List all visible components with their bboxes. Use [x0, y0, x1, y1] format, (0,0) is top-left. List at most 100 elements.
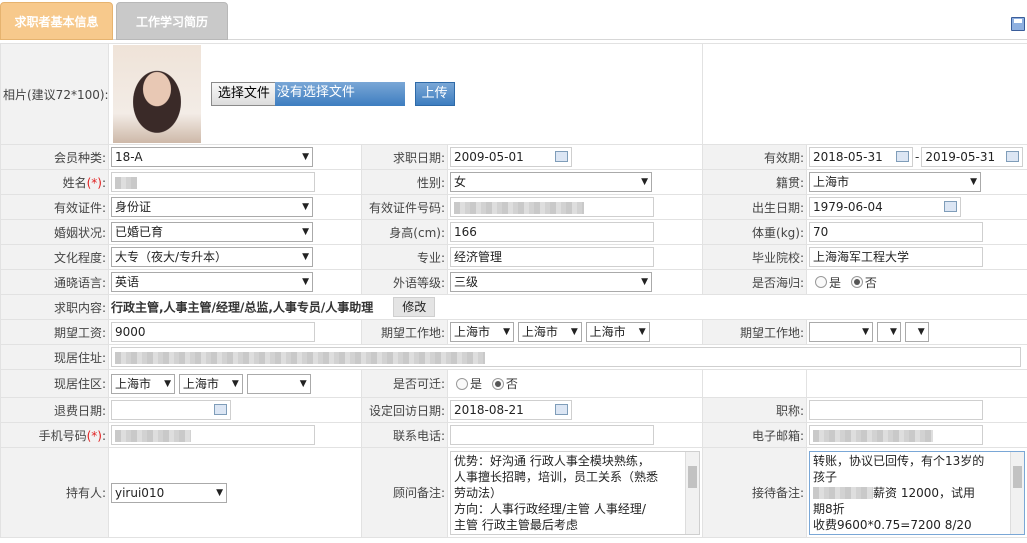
- consultant-note-line: 劳动法）: [454, 485, 503, 500]
- work-place-city-select[interactable]: 上海市: [517, 322, 582, 342]
- choose-file-button[interactable]: 选择文件: [210, 82, 277, 106]
- calendar-icon[interactable]: [1006, 151, 1020, 162]
- work-place-2-province-select[interactable]: [809, 322, 874, 342]
- calendar-icon[interactable]: [555, 404, 568, 415]
- valid-from-input[interactable]: 2018-05-31: [809, 147, 914, 167]
- calendar-icon[interactable]: [896, 151, 910, 162]
- required-mark: (*): [86, 175, 102, 190]
- mobile-input[interactable]: [111, 425, 315, 445]
- work-place-2-label: 期望工作地:: [702, 319, 808, 345]
- job-title-label: 职称:: [702, 397, 808, 423]
- education-label: 文化程度:: [0, 244, 109, 270]
- gender-select[interactable]: 女: [450, 172, 652, 192]
- consultant-note-line: 人事擅长招聘，培训，员工关系（熟悉: [454, 469, 659, 484]
- relocate-no-radio[interactable]: [491, 377, 504, 390]
- returnee-yes-label: 是: [829, 275, 842, 290]
- address-input[interactable]: [111, 347, 1021, 367]
- marital-select[interactable]: 已婚已育: [111, 222, 313, 242]
- district-area-select[interactable]: [246, 373, 311, 394]
- returnee-no-label: 否: [864, 275, 877, 290]
- id-type-select[interactable]: 身份证: [111, 197, 313, 217]
- valid-dash: -: [915, 149, 920, 164]
- education-select[interactable]: 大专（夜大/专升本）: [111, 247, 313, 267]
- id-number-input[interactable]: [450, 197, 654, 217]
- modify-button[interactable]: 修改: [393, 297, 436, 317]
- id-type-label: 有效证件:: [0, 194, 109, 220]
- redacted-address: [115, 351, 485, 364]
- photo-label: 相片(建议72*100):: [0, 43, 109, 145]
- holder-select[interactable]: yirui010: [111, 482, 227, 503]
- file-name-display: 没有选择文件: [274, 82, 405, 106]
- school-input[interactable]: 上海海军工程大学: [809, 247, 984, 267]
- consultant-note-line: 方向：人事行政经理/主管 人事经理/: [454, 501, 646, 516]
- major-label: 专业:: [361, 244, 448, 270]
- consultant-note-scrollbar[interactable]: [685, 451, 699, 534]
- returnee-label: 是否海归:: [702, 269, 808, 295]
- calendar-icon[interactable]: [214, 404, 227, 415]
- work-place-2-district-select[interactable]: [904, 322, 929, 342]
- calendar-icon[interactable]: [944, 201, 958, 212]
- redacted-id: [454, 201, 584, 214]
- email-input[interactable]: [809, 425, 984, 445]
- salary-label: 期望工资:: [0, 319, 109, 345]
- salary-input[interactable]: 9000: [111, 322, 315, 342]
- gender-label: 性别:: [361, 169, 448, 195]
- foreign-level-select[interactable]: 三级: [450, 272, 652, 292]
- tab-work-history[interactable]: 工作学习简历: [116, 2, 228, 40]
- work-place-label: 期望工作地:: [361, 319, 448, 345]
- job-title-input[interactable]: [809, 400, 984, 420]
- visit-date-label: 设定回访日期:: [361, 397, 448, 423]
- required-mark: (*): [86, 428, 102, 443]
- reception-note-label: 接待备注:: [702, 447, 808, 538]
- major-input[interactable]: 经济管理: [450, 247, 654, 267]
- calendar-icon[interactable]: [555, 151, 568, 162]
- district-province-select[interactable]: 上海市: [111, 373, 175, 394]
- email-label: 电子邮箱:: [702, 422, 808, 448]
- native-place-label: 籍贯:: [702, 169, 808, 195]
- language-select[interactable]: 英语: [111, 272, 313, 292]
- applicant-form: 相片(建议72*100): 选择文件没有选择文件 上传 会员种类: 18-A 求…: [0, 43, 1027, 538]
- upload-button[interactable]: 上传: [414, 82, 455, 106]
- native-place-select[interactable]: 上海市: [809, 172, 982, 192]
- district-label: 现居住区:: [0, 369, 109, 398]
- id-number-label: 有效证件号码:: [361, 194, 448, 220]
- holder-label: 持有人:: [0, 447, 109, 538]
- refund-date-input[interactable]: [111, 400, 231, 420]
- birth-date-label: 出生日期:: [702, 194, 808, 220]
- language-label: 通晓语言:: [0, 269, 109, 295]
- phone-input[interactable]: [450, 425, 654, 445]
- tab-basic-info[interactable]: 求职者基本信息: [0, 2, 113, 40]
- relocate-label: 是否可迁:: [361, 369, 448, 398]
- consultant-note-textarea[interactable]: 优势：好沟通 行政人事全模块熟练， 人事擅长招聘，培训，员工关系（熟悉 劳动法）…: [450, 450, 700, 535]
- member-type-label: 会员种类:: [0, 144, 109, 170]
- height-input[interactable]: 166: [450, 222, 654, 242]
- returnee-yes-radio[interactable]: [815, 276, 828, 288]
- name-input[interactable]: [111, 172, 315, 192]
- valid-to-input[interactable]: 2019-05-31: [921, 147, 1024, 167]
- reception-note-scrollbar[interactable]: [1010, 451, 1025, 534]
- relocate-yes-radio[interactable]: [456, 377, 468, 390]
- work-place-district-select[interactable]: 上海市: [585, 322, 650, 342]
- redacted-name: [115, 176, 137, 189]
- returnee-no-radio[interactable]: [850, 276, 863, 288]
- weight-input[interactable]: 70: [809, 222, 984, 242]
- save-icon[interactable]: [1011, 17, 1025, 31]
- work-place-2-city-select[interactable]: [876, 322, 901, 342]
- job-content-value: 行政主管,人事主管/经理/总监,人事专员/人事助理: [111, 300, 374, 315]
- reception-note-line: 薪资 12000，试用: [813, 485, 1008, 501]
- district-city-select[interactable]: 上海市: [178, 373, 243, 394]
- apply-date-input[interactable]: 2009-05-01: [450, 147, 572, 167]
- birth-date-input[interactable]: 1979-06-04: [809, 197, 962, 217]
- redacted-text: [813, 487, 874, 499]
- work-place-province-select[interactable]: 上海市: [450, 322, 514, 342]
- school-label: 毕业院校:: [702, 244, 808, 270]
- consultant-note-label: 顾问备注:: [361, 447, 448, 538]
- photo-thumbnail: [113, 45, 201, 143]
- reception-note-textarea[interactable]: 转账，协议已回传，有个13岁的 孩子 薪资 12000，试用 期8折 收费960…: [809, 450, 1026, 535]
- reception-note-line: 孩子: [813, 469, 838, 484]
- consultant-note-line: 主管 行政主管最后考虑: [454, 517, 578, 532]
- mobile-label: 手机号码: [38, 428, 87, 443]
- member-type-select[interactable]: 18-A: [111, 147, 313, 167]
- visit-date-input[interactable]: 2018-08-21: [450, 400, 572, 420]
- relocate-no-label: 否: [505, 377, 518, 391]
